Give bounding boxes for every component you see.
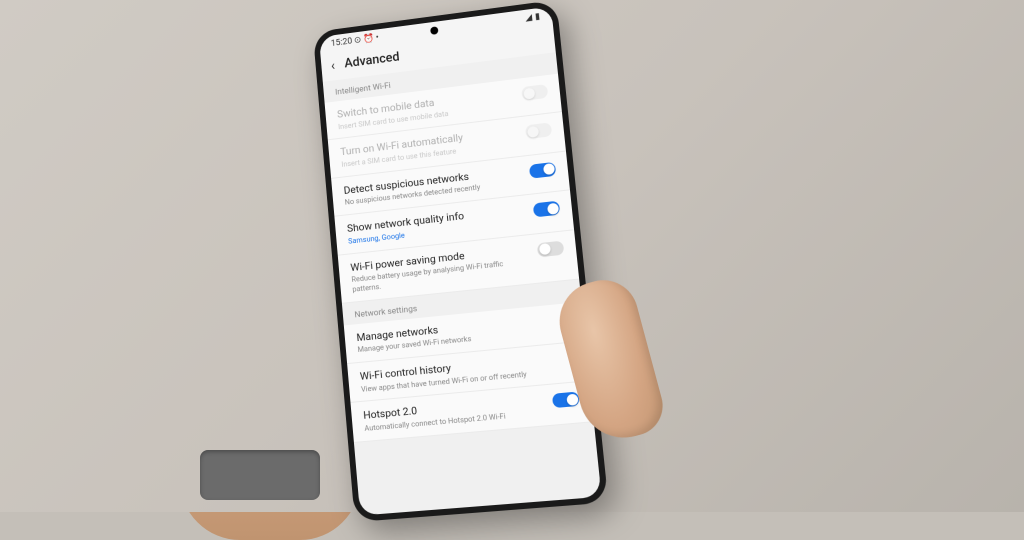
toggle-detect-suspicious[interactable] — [529, 162, 556, 179]
alarm-icon: ⏰ — [363, 34, 375, 45]
nfc-icon: ⊙ — [354, 35, 362, 45]
status-time: 15:20 — [331, 37, 353, 49]
signal-icon: ◢ — [525, 13, 533, 24]
battery-icon: ▮ — [535, 12, 541, 22]
toggle-quality-info[interactable] — [533, 201, 560, 218]
toggle-switch-mobile — [521, 84, 548, 101]
phone-frame: 15:20 ⊙ ⏰ • ◢ ▮ ‹ Advanced Intelligent W… — [313, 0, 609, 522]
toggle-hotspot[interactable] — [552, 392, 580, 409]
toggle-auto-wifi — [525, 123, 552, 140]
back-button[interactable]: ‹ — [330, 59, 335, 73]
phone-screen: 15:20 ⊙ ⏰ • ◢ ▮ ‹ Advanced Intelligent W… — [319, 6, 602, 515]
page-title: Advanced — [344, 50, 400, 71]
more-icon: • — [375, 33, 379, 43]
toggle-power-saving[interactable] — [537, 240, 565, 257]
